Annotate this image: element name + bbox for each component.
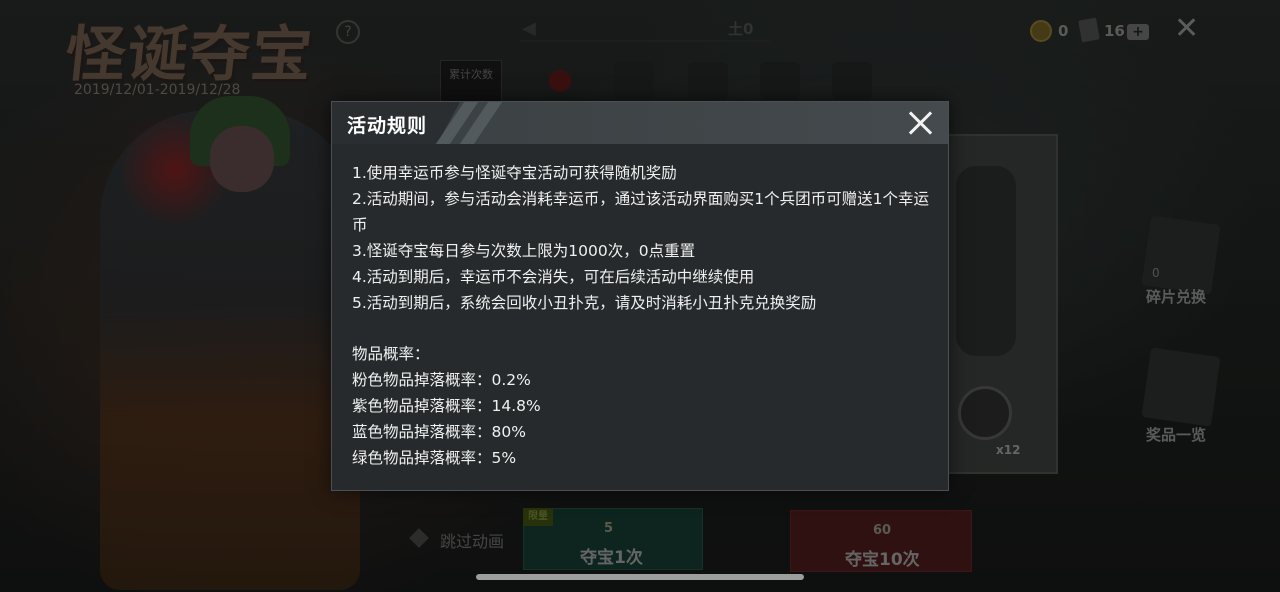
probability-item: 绿色物品掉落概率：5%	[352, 449, 517, 467]
rule-item: 3.怪诞夺宝每日参与次数上限为1000次，0点重置	[352, 242, 696, 260]
probability-item: 紫色物品掉落概率：14.8%	[352, 397, 541, 415]
dialog-title: 活动规则	[347, 115, 428, 137]
probability-item: 粉色物品掉落概率：0.2%	[352, 371, 531, 389]
rules-content: 1.使用幸运币参与怪诞夺宝活动可获得随机奖励 2.活动期间，参与活动会消耗幸运币…	[352, 160, 932, 471]
dialog-header: 活动规则	[332, 102, 948, 144]
probability-item: 蓝色物品掉落概率：80%	[352, 423, 526, 441]
probability-heading: 物品概率：	[352, 345, 430, 363]
rule-item: 5.活动到期后，系统会回收小丑扑克，请及时消耗小丑扑克兑换奖励	[352, 294, 817, 312]
rules-dialog: 活动规则 1.使用幸运币参与怪诞夺宝活动可获得随机奖励 2.活动期间，参与活动会…	[331, 101, 949, 491]
close-icon[interactable]	[907, 109, 935, 137]
rule-item: 1.使用幸运币参与怪诞夺宝活动可获得随机奖励	[352, 164, 677, 182]
rule-item: 2.活动期间，参与活动会消耗幸运币，通过该活动界面购买1个兵团币可赠送1个幸运币	[352, 190, 930, 234]
rule-item: 4.活动到期后，幸运币不会消失，可在后续活动中继续使用	[352, 268, 755, 286]
home-indicator[interactable]	[476, 574, 804, 580]
